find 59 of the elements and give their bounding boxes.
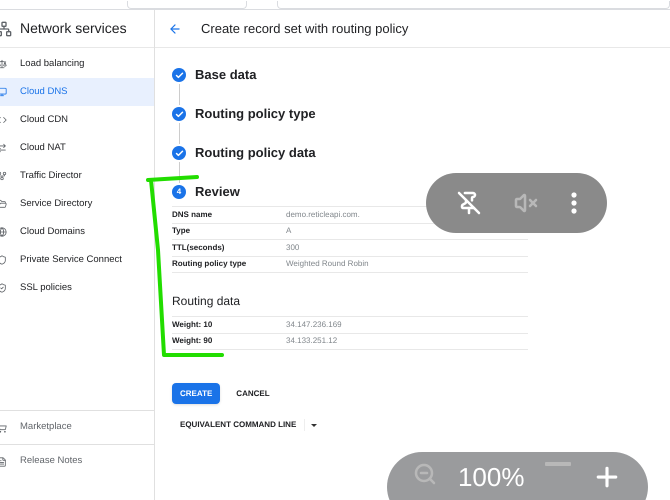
check-icon [172, 68, 186, 82]
row-label: Routing policy type [172, 258, 248, 270]
folder-icon [0, 199, 7, 209]
row-label: Weight: 10 [172, 318, 214, 331]
page-title: Create record set with routing policy [201, 20, 408, 38]
create-button[interactable]: CREATE [172, 383, 220, 404]
row-value: Weighted Round Robin [286, 258, 369, 270]
row-label: DNS name [172, 208, 214, 221]
globe-icon [0, 227, 7, 237]
document-icon [0, 456, 7, 466]
sidebar-item[interactable]: Cloud Domains [0, 218, 154, 246]
step-number: 4 [172, 185, 186, 199]
sidebar-item[interactable]: Traffic Director [0, 162, 154, 190]
sidebar-item[interactable]: Service Directory [0, 190, 154, 218]
sidebar-item[interactable]: SSL policies [0, 274, 154, 302]
zoom-out-icon [413, 462, 438, 486]
dropdown-icon[interactable] [311, 424, 318, 426]
step-title: Routing policy type [195, 105, 316, 124]
sidebar-item[interactable]: Marketplace [0, 410, 154, 444]
more-icon [570, 192, 576, 214]
more-button[interactable] [570, 192, 576, 214]
fork-icon [0, 171, 7, 181]
cart-icon [0, 422, 7, 432]
address-field[interactable] [277, 1, 670, 9]
row-value: 34.147.236.169 [286, 318, 342, 331]
code-icon [0, 115, 7, 125]
zoom-value: 100% [458, 462, 524, 492]
pin-off-icon [456, 191, 480, 215]
step-title: Routing policy data [195, 144, 316, 162]
sidebar-title: Network services [20, 19, 127, 38]
sidebar-item[interactable]: Cloud DNS [0, 78, 154, 106]
section-title: Routing data [172, 293, 242, 310]
shield-check-icon [0, 283, 7, 293]
monitor-icon [0, 87, 7, 97]
command-line-button[interactable]: EQUIVALENT COMMAND LINE [180, 419, 306, 431]
sidebar-item[interactable]: Private Service Connect [0, 246, 154, 274]
row-label: Weight: 90 [172, 335, 214, 348]
sidebar-item[interactable]: Load balancing [0, 50, 154, 78]
back-icon[interactable] [168, 22, 182, 36]
sidebar-item[interactable]: Release Notes [0, 444, 154, 478]
check-icon [172, 107, 186, 121]
shield-icon [0, 255, 7, 265]
row-value: 300 [286, 242, 300, 254]
scale-icon [0, 59, 7, 69]
row-value: demo.reticleapi.com. [286, 208, 360, 221]
step-title: Review [195, 183, 240, 202]
row-value: A [286, 225, 292, 238]
sidebar-item[interactable]: Cloud NAT [0, 134, 154, 162]
row-label: TTL(seconds) [172, 242, 226, 254]
step-title: Base data [195, 66, 256, 84]
cancel-button[interactable]: CANCEL [236, 388, 270, 400]
row-value: 34.133.251.12 [286, 335, 338, 348]
mute-icon [514, 191, 538, 215]
pin-off-button[interactable] [456, 191, 480, 215]
check-icon [172, 146, 186, 160]
arrows-icon [0, 143, 7, 153]
network-icon [0, 20, 12, 36]
row-label: Type [172, 225, 192, 238]
sidebar-item[interactable]: Cloud CDN [0, 106, 154, 134]
